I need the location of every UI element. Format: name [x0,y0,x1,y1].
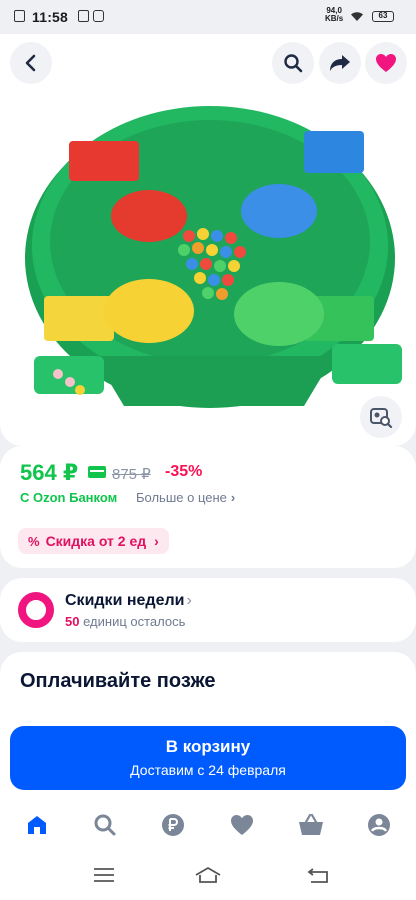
price: 564 ₽ [20,460,79,485]
network-speed: 94,0 KB/s [325,6,344,23]
discount-badge: -35% [165,463,203,480]
weekly-deals-icon [18,592,54,628]
add-to-cart-button[interactable]: В корзину Доставим с 24 февраля [10,726,406,790]
tab-cart[interactable] [296,810,326,840]
heart-icon [231,815,253,835]
percent-icon: % [28,533,40,549]
back-button[interactable] [10,42,52,84]
image-search-icon [370,408,393,428]
chevron-right-icon: › [154,533,159,549]
video-notification-icon [93,10,104,22]
home-icon [28,816,46,834]
gallery-notification-icon [78,10,89,22]
ozon-card-icon [88,466,106,478]
share-arrow-icon [330,55,350,71]
search-button[interactable] [272,42,314,84]
tab-profile[interactable] [364,810,394,840]
tab-finance[interactable] [158,810,188,840]
search-icon [94,814,116,836]
recent-apps-button[interactable] [90,864,118,886]
chevron-left-icon [25,54,36,72]
chevron-right-icon: › [230,490,236,505]
weekly-deals[interactable]: Скидки недели › 50 единиц осталось [0,578,416,642]
status-bar: 11:58 94,0 KB/s 63 [0,0,416,34]
system-navigation [0,850,416,900]
product-gallery[interactable] [0,34,416,446]
search-icon [284,54,303,73]
price-section: 564 ₽ 875 ₽ -35% С Ozon Банком Больше о … [0,446,416,568]
share-button[interactable] [319,42,361,84]
tab-favorites[interactable] [227,810,257,840]
more-about-price-link[interactable]: Больше о цене › [136,490,235,505]
ruble-icon [162,814,184,836]
tab-bar [0,800,416,850]
visual-search-button[interactable] [360,396,402,438]
bulk-discount-chip[interactable]: % Скидка от 2 ед › [18,528,169,554]
pay-later-title: Оплачивайте позже [20,670,216,692]
wifi-icon [350,11,364,25]
basket-icon [299,813,323,835]
heart-icon [376,54,396,72]
add-to-cart-label: В корзину [165,737,251,756]
tab-home[interactable] [22,810,52,840]
favorite-button[interactable] [365,42,407,84]
weekly-deals-stock: 50 единиц осталось [65,614,186,629]
tab-search[interactable] [90,810,120,840]
menu-icon [94,868,114,882]
chevron-right-icon: › [186,592,192,609]
ozon-bank-label: С Ozon Банком [20,490,118,505]
notification-icon [14,10,25,22]
home-system-button[interactable] [194,864,222,886]
profile-icon [368,814,390,836]
status-time: 11:58 [32,9,69,25]
home-outline-icon [195,866,221,883]
product-image [25,106,402,408]
weekly-deals-title: Скидки недели › [65,592,192,609]
old-price: 875 ₽ [112,466,151,483]
battery-icon: 63 [372,11,394,22]
delivery-date: Доставим с 24 февраля [130,762,286,778]
back-system-button[interactable] [304,864,332,886]
cart-panel: В корзину Доставим с 24 февраля [0,712,416,800]
back-arrow-icon [307,868,328,883]
